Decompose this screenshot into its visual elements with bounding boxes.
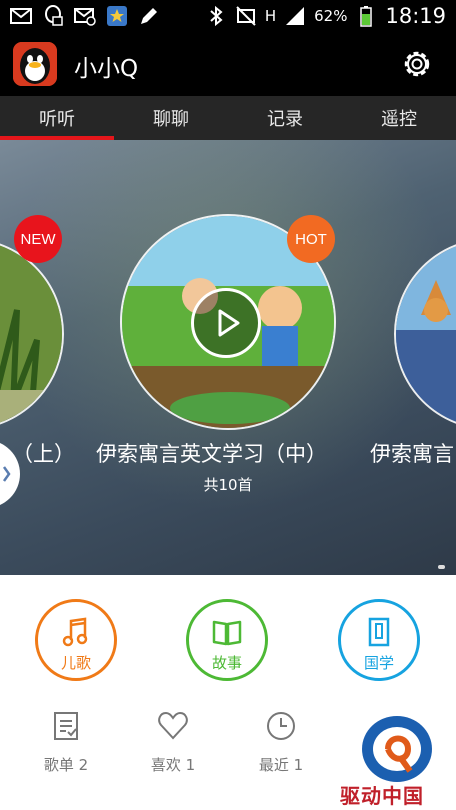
album-carousel[interactable]: NEW HOT （上） 伊索寓言英文学习（中） 伊索寓言 共10首: [0, 140, 456, 575]
playlist-label: 歌单 2: [43, 756, 89, 774]
store-star-icon: [107, 6, 127, 26]
new-badge: NEW: [14, 215, 62, 263]
category-songs-button[interactable]: 儿歌: [35, 599, 117, 681]
system-status: H 62% 18:19: [205, 4, 446, 28]
playlist-button[interactable]: 歌单 2: [26, 710, 106, 775]
status-bar: H 62% 18:19: [0, 0, 456, 32]
settings-gear-icon[interactable]: [400, 47, 434, 81]
notification-icons: [10, 5, 160, 27]
app-header: 小小Q: [0, 32, 456, 96]
tab-label: 聊聊: [153, 109, 189, 130]
mail-settings-icon: [74, 8, 96, 26]
tab-listen[interactable]: 听听: [0, 96, 114, 140]
clock: 18:19: [385, 4, 446, 28]
album-cover-right[interactable]: [394, 238, 456, 430]
album-title-right: 伊索寓言: [370, 442, 454, 466]
qq-chat-icon: [45, 5, 63, 26]
tab-record[interactable]: 记录: [228, 96, 342, 140]
album-cover-left[interactable]: [0, 238, 64, 430]
play-icon: [218, 309, 240, 337]
bluetooth-icon: [210, 5, 223, 27]
silent-mode-icon: [236, 6, 256, 26]
category-story-button[interactable]: 故事: [186, 599, 268, 681]
album-title-center: 伊索寓言英文学习（中）: [96, 442, 327, 466]
page-indicator: [438, 565, 445, 569]
category-label: 儿歌: [60, 653, 91, 672]
clock-icon: [267, 712, 295, 740]
play-button[interactable]: [191, 288, 261, 358]
heart-icon: [158, 711, 188, 740]
grass-cover-image: [0, 240, 62, 428]
album-track-count: 共10首: [203, 476, 253, 494]
playlist-icon: [54, 712, 78, 740]
battery-icon: [360, 6, 373, 27]
recent-label: 最近 1: [258, 756, 304, 774]
page-title: 小小Q: [74, 56, 139, 82]
category-guoxue-button[interactable]: 国学: [338, 599, 420, 681]
tab-label: 遥控: [381, 109, 417, 130]
qq-logo: [13, 42, 57, 86]
tab-label: 听听: [39, 109, 75, 130]
favorites-button[interactable]: 喜欢 1: [133, 710, 213, 775]
album-title-left: （上）: [12, 442, 75, 466]
chevron-right-icon: [2, 466, 11, 482]
watermark-text: 驱动中国: [340, 784, 424, 808]
open-book-icon: [212, 620, 242, 645]
tab-remote[interactable]: 遥控: [342, 96, 456, 140]
mail-icon: [10, 8, 32, 24]
main-tabs: 听听 聊聊 记录 遥控: [0, 96, 456, 140]
signal-icon: [286, 7, 305, 25]
category-label: 故事: [211, 653, 242, 672]
hot-badge: HOT: [287, 215, 335, 263]
scroll-book-icon: [368, 617, 390, 646]
tab-chat[interactable]: 聊聊: [114, 96, 228, 140]
penguin-icon: [13, 42, 57, 86]
pencil-icon: [141, 8, 157, 24]
network-type: H: [264, 7, 277, 25]
fox-cover-image: [396, 240, 456, 428]
recent-button[interactable]: 最近 1: [241, 710, 321, 775]
category-label: 国学: [363, 653, 394, 672]
tab-label: 记录: [267, 109, 303, 130]
category-buttons: 儿歌 故事 国学: [0, 575, 456, 700]
side-drawer-handle[interactable]: [0, 440, 20, 508]
battery-percent: 62%: [314, 7, 348, 25]
music-note-icon: [62, 617, 88, 646]
favorites-label: 喜欢 1: [150, 756, 196, 774]
album-titles: （上） 伊索寓言英文学习（中） 伊索寓言: [0, 438, 456, 472]
